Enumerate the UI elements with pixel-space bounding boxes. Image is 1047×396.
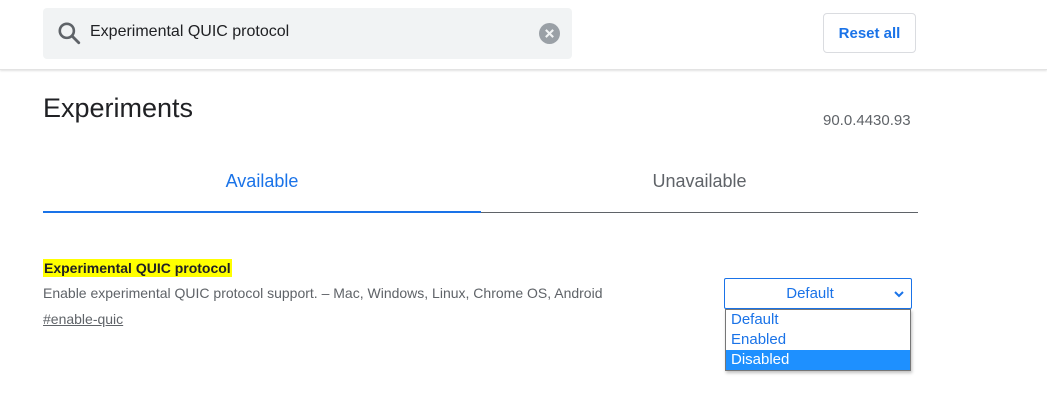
chevron-down-icon xyxy=(894,291,904,298)
experiment-select[interactable]: Default xyxy=(724,278,912,309)
search-input[interactable]: Experimental QUIC protocol xyxy=(90,23,289,41)
active-tab-indicator xyxy=(43,211,481,213)
experiment-description: Enable experimental QUIC protocol suppor… xyxy=(43,285,603,301)
select-dropdown-list: Default Enabled Disabled xyxy=(725,309,911,371)
select-value: Default xyxy=(786,285,834,302)
reset-all-button[interactable]: Reset all xyxy=(823,13,916,53)
option-default[interactable]: Default xyxy=(726,310,910,330)
version-number: 90.0.4430.93 xyxy=(823,112,911,129)
page-title: Experiments xyxy=(43,93,194,123)
option-enabled[interactable]: Enabled xyxy=(726,330,910,350)
search-icon xyxy=(58,22,81,45)
flags-page: Experimental QUIC protocol Reset all Exp… xyxy=(0,0,1047,396)
tab-available[interactable]: Available xyxy=(43,171,481,192)
search-box[interactable]: Experimental QUIC protocol xyxy=(43,8,572,59)
clear-icon[interactable] xyxy=(539,23,560,44)
experiment-name: Experimental QUIC protocol xyxy=(43,259,232,277)
tab-unavailable[interactable]: Unavailable xyxy=(481,171,918,192)
experiment-permalink[interactable]: #enable-quic xyxy=(43,311,123,327)
option-disabled[interactable]: Disabled xyxy=(726,350,910,370)
header-bar: Experimental QUIC protocol Reset all xyxy=(0,0,1047,70)
